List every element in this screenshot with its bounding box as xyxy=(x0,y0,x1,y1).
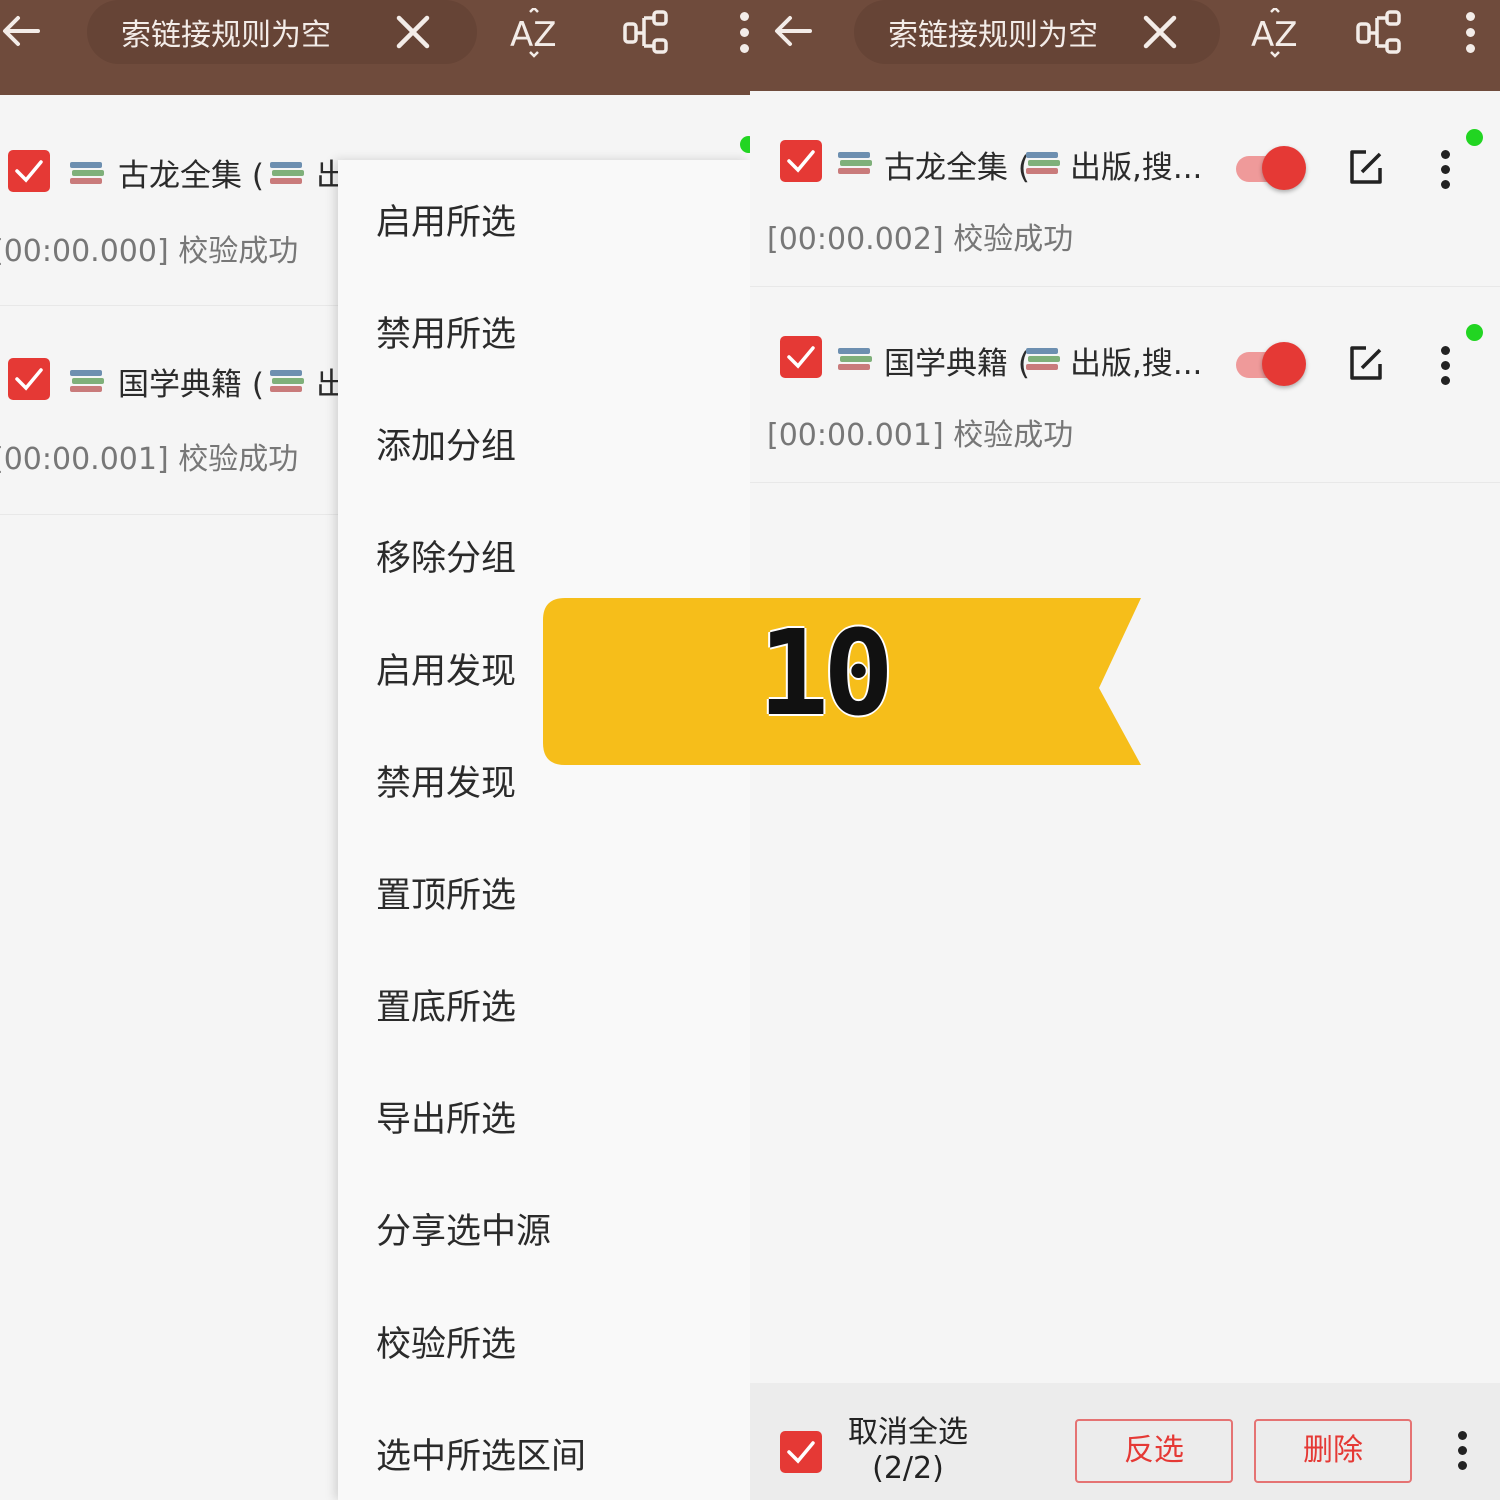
group-icon[interactable] xyxy=(1355,8,1405,56)
source-status: [00:00.001] 校验成功 xyxy=(767,418,1074,453)
back-arrow-icon[interactable] xyxy=(0,8,44,54)
source-checkbox[interactable] xyxy=(8,150,50,192)
menu-item-select-range[interactable]: 选中所选区间 xyxy=(376,1428,586,1479)
source-title: 古龙全集 ( xyxy=(118,158,264,194)
search-input[interactable]: 索链接规则为空 xyxy=(888,10,1098,54)
toolbar: 索链接规则为空 AZ xyxy=(0,0,750,95)
source-title: 国学典籍 ( xyxy=(884,346,1030,382)
status-dot xyxy=(740,136,750,153)
invert-selection-button[interactable]: 反选 xyxy=(1075,1419,1233,1483)
source-title: 古龙全集 ( xyxy=(884,150,1030,186)
menu-item-disable-explore[interactable]: 禁用发现 xyxy=(376,755,516,806)
group-icon[interactable] xyxy=(622,8,672,56)
source-title-suffix: 出版,搜... xyxy=(1070,150,1203,186)
overflow-menu-icon[interactable] xyxy=(1464,12,1476,54)
source-title-suffix: 出版,搜 xyxy=(316,158,338,194)
batch-action-menu: 启用所选 禁用所选 添加分组 移除分组 启用发现 禁用发现 置顶所选 置底所选 … xyxy=(338,160,750,1500)
toolbar: 索链接规则为空 AZ xyxy=(750,0,1500,91)
bottom-more-icon[interactable] xyxy=(1456,1431,1468,1471)
books-icon xyxy=(1026,152,1060,174)
search-input[interactable]: 索链接规则为空 xyxy=(121,10,331,54)
back-arrow-icon[interactable] xyxy=(770,8,816,54)
menu-item-add-group[interactable]: 添加分组 xyxy=(376,418,516,469)
source-checkbox[interactable] xyxy=(780,140,822,182)
source-enable-toggle[interactable] xyxy=(1236,340,1308,388)
books-icon xyxy=(838,348,872,370)
source-enable-toggle[interactable] xyxy=(1236,144,1308,192)
menu-item-move-top[interactable]: 置顶所选 xyxy=(376,867,516,918)
books-icon xyxy=(1026,348,1060,370)
source-title-suffix: 出版,搜... xyxy=(1070,346,1203,382)
status-dot xyxy=(1466,324,1483,341)
clear-search-icon[interactable] xyxy=(391,10,435,54)
status-dot xyxy=(1466,129,1483,146)
books-icon xyxy=(70,370,104,392)
books-icon xyxy=(70,162,104,184)
books-icon xyxy=(838,152,872,174)
clear-search-icon[interactable] xyxy=(1138,10,1182,54)
row-more-icon[interactable] xyxy=(1439,150,1451,190)
source-status: [00:00.000] 校验成功 xyxy=(0,234,299,269)
svg-text:AZ: AZ xyxy=(510,15,557,55)
menu-item-remove-group[interactable]: 移除分组 xyxy=(376,530,516,581)
source-title: 国学典籍 ( xyxy=(118,367,264,403)
delete-button[interactable]: 删除 xyxy=(1254,1419,1412,1483)
row-more-icon[interactable] xyxy=(1439,346,1451,386)
svg-text:AZ: AZ xyxy=(1251,15,1298,55)
books-icon xyxy=(270,162,304,184)
selection-count: (2/2) xyxy=(872,1451,944,1486)
source-status: [00:00.001] 校验成功 xyxy=(0,442,299,477)
menu-item-enable-selected[interactable]: 启用所选 xyxy=(376,194,516,245)
selection-bottom-bar: 取消全选 (2/2) 反选 删除 xyxy=(750,1383,1500,1500)
search-box[interactable]: 索链接规则为空 xyxy=(87,0,477,64)
menu-item-disable-selected[interactable]: 禁用所选 xyxy=(376,306,516,357)
step-number: 10 xyxy=(757,604,894,742)
sort-az-icon[interactable]: AZ xyxy=(1249,6,1301,58)
overflow-menu-icon[interactable] xyxy=(738,12,750,54)
edit-icon[interactable] xyxy=(1346,148,1386,188)
select-all-label[interactable]: 取消全选 (2/2) xyxy=(848,1415,968,1487)
menu-item-export-selected[interactable]: 导出所选 xyxy=(376,1091,516,1142)
edit-icon[interactable] xyxy=(1346,344,1386,384)
menu-item-share-selected[interactable]: 分享选中源 xyxy=(376,1203,551,1254)
source-checkbox[interactable] xyxy=(780,336,822,378)
list-item[interactable]: 国学典籍 ( 出版,搜... [00:00.001] 校验成功 xyxy=(750,288,1500,483)
deselect-all-text: 取消全选 xyxy=(848,1415,968,1450)
source-checkbox[interactable] xyxy=(8,358,50,400)
sort-az-icon[interactable]: AZ xyxy=(508,6,560,58)
search-box[interactable]: 索链接规则为空 xyxy=(854,0,1220,64)
menu-item-check-selected[interactable]: 校验所选 xyxy=(376,1316,516,1367)
list-item[interactable]: 古龙全集 ( 出版,搜... [00:00.002] 校验成功 xyxy=(750,92,1500,287)
screenshot-root: 索链接规则为空 AZ 古龙全集 ( 出版,搜 [00:00.000] 校验成功 xyxy=(0,0,1500,1500)
books-icon xyxy=(270,370,304,392)
menu-item-move-bottom[interactable]: 置底所选 xyxy=(376,979,516,1030)
source-status: [00:00.002] 校验成功 xyxy=(767,222,1074,257)
select-all-checkbox[interactable] xyxy=(780,1431,822,1473)
source-title-suffix: 出 xyxy=(316,367,338,403)
menu-item-enable-explore[interactable]: 启用发现 xyxy=(376,643,516,694)
step-number-badge: 10 xyxy=(543,598,1143,765)
